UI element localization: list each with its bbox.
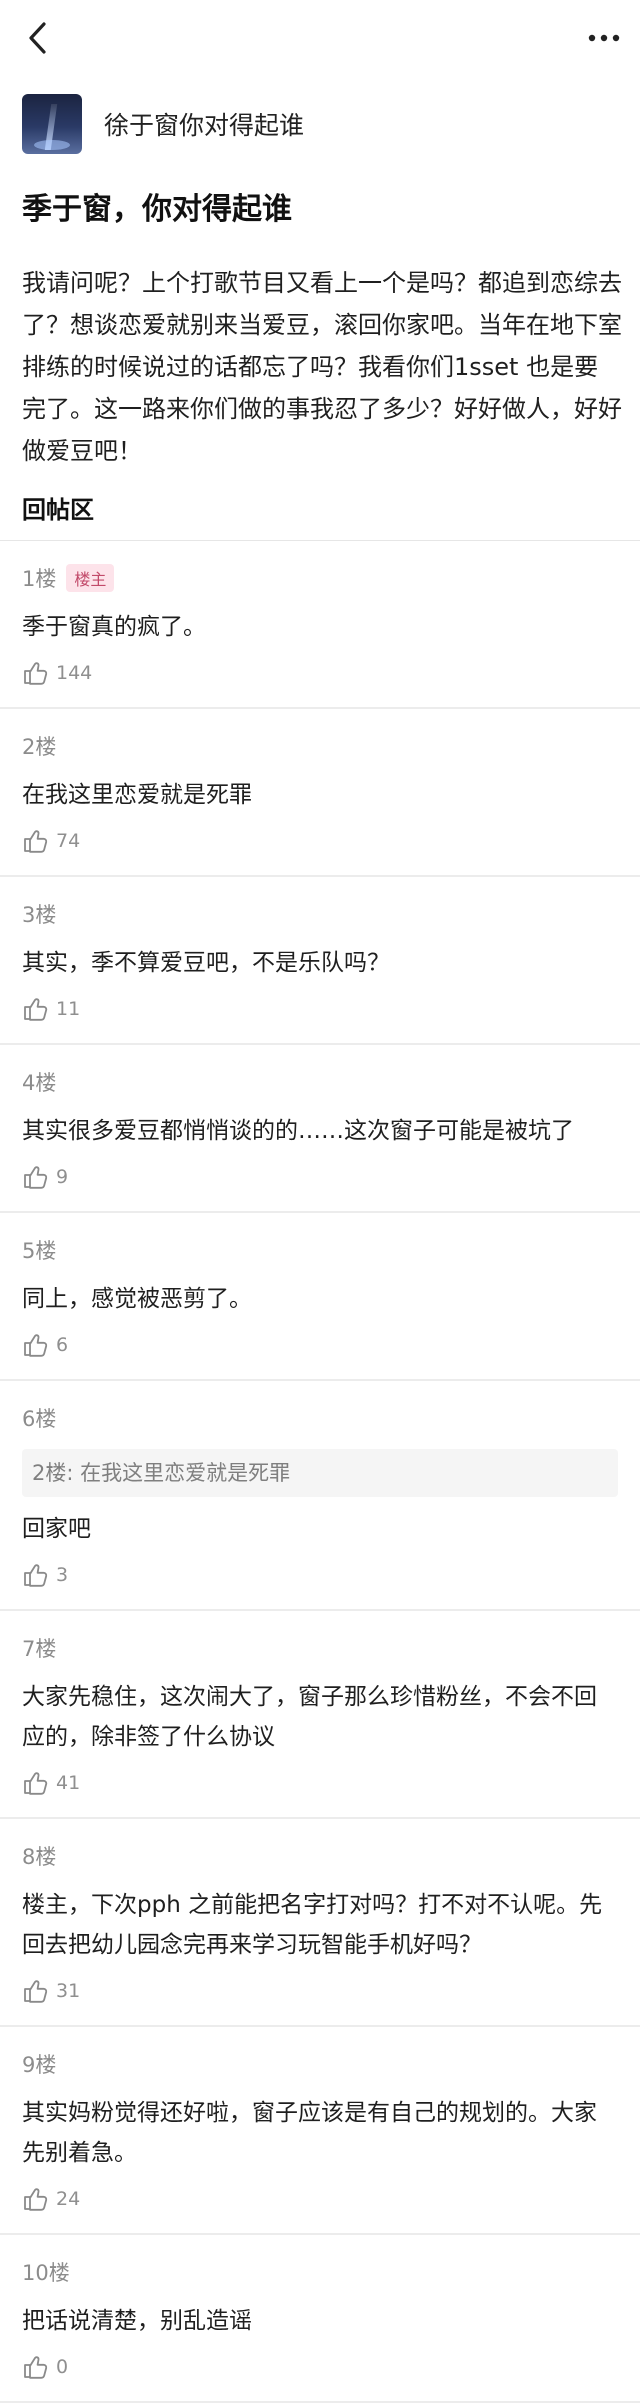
reply-text: 季于窗真的疯了。 (22, 614, 206, 640)
floor-number: 7楼 (22, 1637, 57, 1661)
floor-line: 1楼 楼主 (22, 561, 618, 595)
reply-text: 其实妈粉觉得还好啦，窗子应该是有自己的规划的。大家先别着急。 (22, 2100, 597, 2166)
reply-item[interactable]: 2楼在我这里恋爱就是死罪 74 (0, 709, 640, 877)
reply-text: 把话说清楚，别乱造谣 (22, 2308, 252, 2334)
floor-number: 5楼 (22, 1239, 57, 1263)
reply-text: 其实，季不算爱豆吧，不是乐队吗？ (22, 950, 390, 976)
thumbs-up-icon (22, 2186, 48, 2212)
floor-line: 5楼 (22, 1233, 618, 1267)
reply-item[interactable]: 7楼大家先稳住，这次闹大了，窗子那么珍惜粉丝，不会不回应的，除非签了什么协议 41 (0, 1611, 640, 1819)
reply-text: 回家吧 (22, 1516, 91, 1542)
like-button[interactable]: 11 (22, 993, 618, 1025)
thumbs-up-icon (22, 1164, 48, 1190)
reply-item[interactable]: 5楼同上，感觉被恶剪了。 6 (0, 1213, 640, 1381)
like-button[interactable]: 9 (22, 1161, 618, 1193)
thumbs-up-icon (22, 1332, 48, 1358)
avatar[interactable] (22, 94, 82, 154)
post-author[interactable]: 徐于窗你对得起谁 (22, 92, 622, 156)
like-count: 11 (56, 998, 81, 1020)
like-count: 74 (56, 830, 81, 852)
like-count: 24 (56, 2188, 81, 2210)
like-count: 144 (56, 662, 93, 684)
floor-line: 2楼 (22, 729, 618, 763)
like-button[interactable]: 41 (22, 1767, 618, 1799)
reply-text: 同上，感觉被恶剪了。 (22, 1286, 252, 1312)
thumbs-up-icon (22, 828, 48, 854)
chevron-left-icon (29, 22, 46, 54)
floor-number: 10楼 (22, 2261, 70, 2285)
floor-number: 6楼 (22, 1407, 57, 1431)
reply-item[interactable]: 1楼 楼主季于窗真的疯了。 144 (0, 541, 640, 709)
reply-item[interactable]: 10楼把话说清楚，别乱造谣 0 (0, 2235, 640, 2403)
thumbs-up-icon (22, 1562, 48, 1588)
floor-line: 4楼 (22, 1065, 618, 1099)
like-count: 0 (56, 2356, 69, 2378)
reply-item[interactable]: 8楼楼主，下次pph 之前能把名字打对吗？打不对不认呢。先回去把幼儿园念完再来学… (0, 1819, 640, 2027)
reply-item[interactable]: 3楼其实，季不算爱豆吧，不是乐队吗？ 11 (0, 877, 640, 1045)
reply-text: 大家先稳住，这次闹大了，窗子那么珍惜粉丝，不会不回应的，除非签了什么协议 (22, 1684, 597, 1750)
reply-item[interactable]: 4楼其实很多爱豆都悄悄谈的的……这次窗子可能是被坑了 9 (0, 1045, 640, 1213)
thumbs-up-icon (22, 2354, 48, 2380)
floor-line: 6楼 (22, 1401, 618, 1435)
more-options-button[interactable] (582, 18, 626, 58)
like-count: 31 (56, 1980, 81, 2002)
floor-number: 1楼 (22, 567, 57, 591)
floor-line: 10楼 (22, 2255, 618, 2289)
thumbs-up-icon (22, 996, 48, 1022)
like-count: 6 (56, 1334, 69, 1356)
like-count: 3 (56, 1564, 69, 1586)
floor-line: 9楼 (22, 2047, 618, 2081)
like-button[interactable]: 0 (22, 2351, 618, 2383)
like-button[interactable]: 24 (22, 2183, 618, 2215)
author-name[interactable]: 徐于窗你对得起谁 (104, 106, 304, 142)
thumbs-up-icon (22, 1978, 48, 2004)
floor-line: 7楼 (22, 1631, 618, 1665)
reply-item[interactable]: 6楼 2楼: 在我这里恋爱就是死罪回家吧 3 (0, 1381, 640, 1611)
post-body: 我请问呢？上个打歌节目又看上一个是吗？都追到恋综去了？想谈恋爱就别来当爱豆，滚回… (22, 269, 622, 465)
top-nav-bar (0, 0, 640, 76)
like-button[interactable]: 31 (22, 1975, 618, 2007)
reply-text: 其实很多爱豆都悄悄谈的的……这次窗子可能是被坑了 (22, 1118, 574, 1144)
like-button[interactable]: 6 (22, 1329, 618, 1361)
post-title: 季于窗，你对得起谁 (22, 192, 292, 227)
reply-item[interactable]: 9楼其实妈粉觉得还好啦，窗子应该是有自己的规划的。大家先别着急。 24 (0, 2027, 640, 2235)
replies-section-title: 回帖区 (22, 496, 94, 524)
like-button[interactable]: 3 (22, 1559, 618, 1591)
thumbs-up-icon (22, 660, 48, 686)
like-button[interactable]: 144 (22, 657, 618, 689)
like-count: 9 (56, 1166, 69, 1188)
floor-number: 3楼 (22, 903, 57, 927)
more-horizontal-icon (588, 34, 620, 42)
reply-text: 在我这里恋爱就是死罪 (22, 782, 252, 808)
back-button[interactable] (18, 18, 58, 58)
floor-number: 9楼 (22, 2053, 57, 2077)
floor-line: 8楼 (22, 1839, 618, 1873)
op-badge: 楼主 (66, 564, 115, 592)
floor-number: 2楼 (22, 735, 57, 759)
replies-list: 1楼 楼主季于窗真的疯了。 144 2楼在我这里恋爱就是死罪 74 3楼其实，季不算爱豆吧… (0, 540, 640, 2403)
floor-number: 4楼 (22, 1071, 57, 1095)
thumbs-up-icon (22, 1770, 48, 1796)
like-count: 41 (56, 1772, 81, 1794)
quoted-reply[interactable]: 2楼: 在我这里恋爱就是死罪 (22, 1449, 618, 1497)
floor-number: 8楼 (22, 1845, 57, 1869)
floor-line: 3楼 (22, 897, 618, 931)
reply-text: 楼主，下次pph 之前能把名字打对吗？打不对不认呢。先回去把幼儿园念完再来学习玩… (22, 1892, 603, 1958)
like-button[interactable]: 74 (22, 825, 618, 857)
